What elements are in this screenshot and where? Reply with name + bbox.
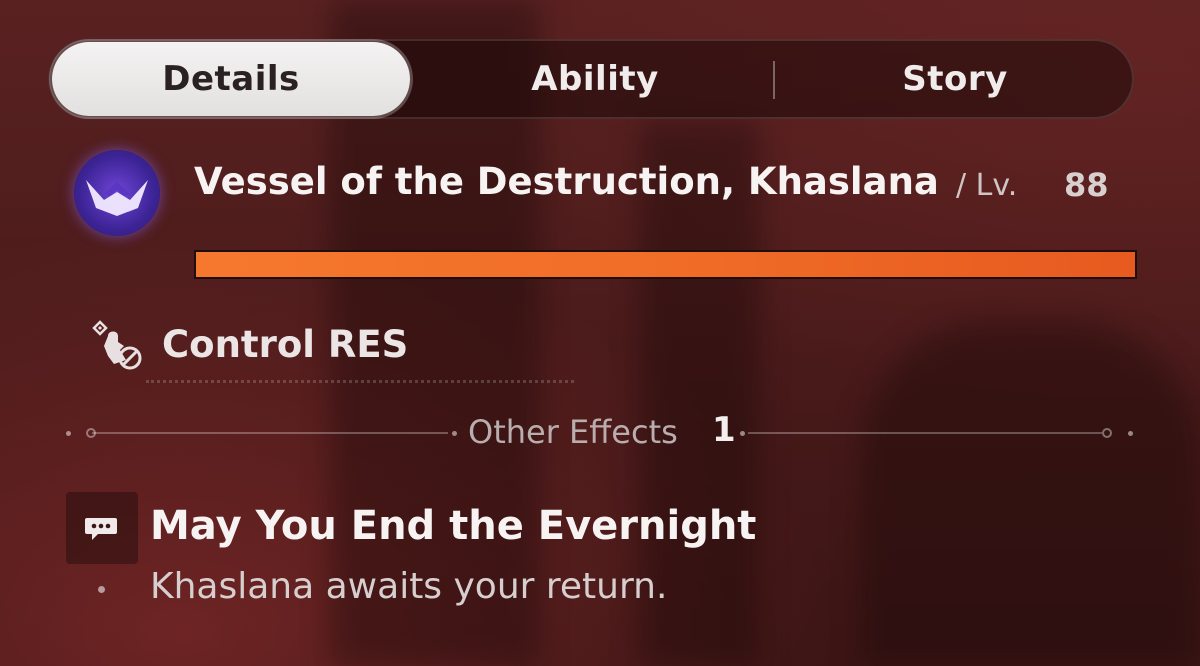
level-label: / Lv.: [956, 168, 1018, 203]
boss-name: Vessel of the Destruction, Khaslana: [194, 160, 939, 203]
divider-dot: [66, 431, 71, 436]
tab-ability[interactable]: Ability: [430, 41, 760, 117]
level-value: 88: [1064, 166, 1109, 204]
chat-bubble-icon: [84, 516, 118, 542]
control-res-label: Control RES: [162, 323, 409, 366]
divider-node: [1102, 428, 1112, 438]
effect-description: Khaslana awaits your return.: [150, 566, 668, 607]
other-effects-label: Other Effects: [468, 413, 678, 451]
destruction-path-icon: [74, 150, 160, 236]
background-silhouette: [860, 320, 1200, 666]
tab-story[interactable]: Story: [776, 41, 1134, 117]
divider-dot: [740, 431, 745, 436]
hp-bar: [194, 250, 1137, 279]
hp-bar-fill: [196, 252, 1135, 277]
effect-title: May You End the Evernight: [150, 503, 757, 549]
control-res-icon: [90, 316, 146, 372]
divider-line-right: [748, 432, 1102, 434]
tab-divider: [773, 61, 775, 99]
res-underline: [146, 380, 574, 383]
divider-dot: [452, 431, 457, 436]
other-effects-count: 1: [712, 410, 736, 450]
tab-details[interactable]: Details: [52, 42, 410, 116]
divider-line-left: [92, 432, 448, 434]
tab-bar: Details Ability Story: [48, 39, 1134, 119]
bullet-dot: [98, 586, 105, 593]
divider-dot: [1128, 431, 1133, 436]
